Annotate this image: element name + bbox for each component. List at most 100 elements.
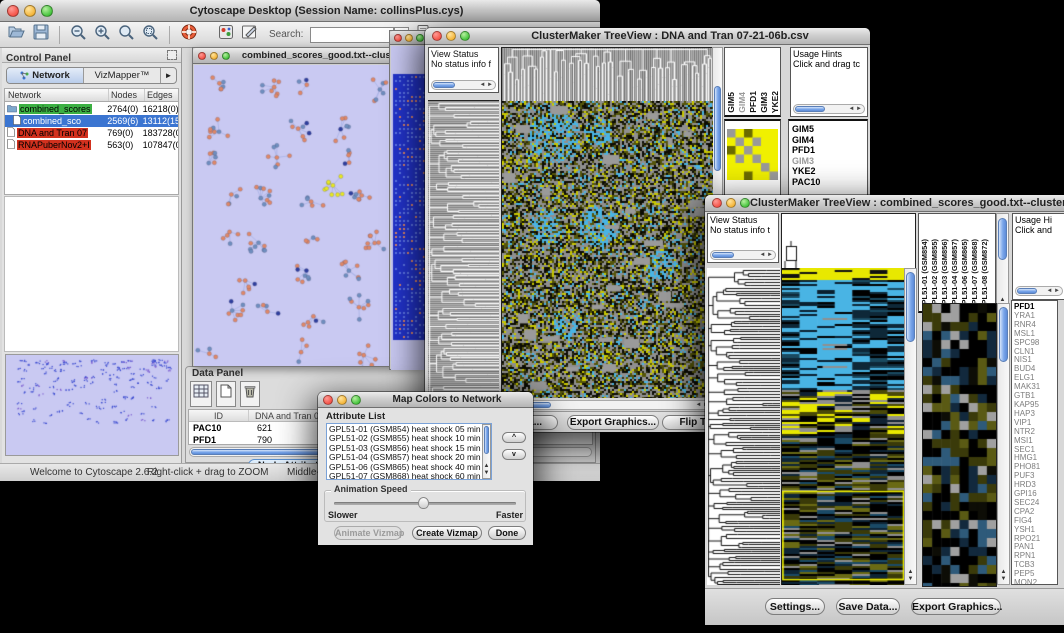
zoom-button[interactable]: [460, 31, 470, 41]
gene-label[interactable]: NTR2: [1014, 428, 1057, 437]
export-graphics-button[interactable]: Export Graphics...: [911, 598, 1001, 615]
gene-label[interactable]: HMG1: [1014, 454, 1057, 463]
array-label[interactable]: PFD1: [748, 91, 758, 113]
gene-label[interactable]: SEC24: [1014, 499, 1057, 508]
network-tree-area[interactable]: [4, 196, 179, 352]
export-graphics-button[interactable]: Export Graphics...: [567, 415, 659, 430]
gene-label[interactable]: RPO21: [1014, 535, 1057, 544]
close-button[interactable]: [7, 5, 19, 17]
gene-label[interactable]: MSI1: [1014, 437, 1057, 446]
gene-label[interactable]: MON2: [1014, 579, 1057, 585]
treeview2-titlebar[interactable]: ClusterMaker TreeView : combined_scores_…: [705, 195, 1064, 212]
tv2-heatmap-global-view[interactable]: [781, 268, 905, 585]
gene-label[interactable]: GTB1: [1014, 392, 1057, 401]
array-label[interactable]: GPL51-02 (GSM855): [930, 239, 939, 310]
gene-label[interactable]: GIM5: [792, 124, 867, 135]
gene-label[interactable]: GPI16: [1014, 490, 1057, 499]
array-label[interactable]: YKE2: [770, 91, 780, 113]
open-file-icon[interactable]: [8, 24, 26, 45]
zoom-button[interactable]: [351, 395, 361, 405]
tv2-status-hscrollbar[interactable]: ◄ ►: [710, 250, 776, 260]
minimize-button[interactable]: [337, 395, 347, 405]
gene-label[interactable]: VIP1: [1014, 419, 1057, 428]
array-label[interactable]: GPL51-07 (GSM868): [970, 239, 979, 310]
slider-thumb[interactable]: [418, 497, 429, 509]
minimize-button[interactable]: [210, 52, 218, 60]
close-button[interactable]: [394, 34, 402, 42]
network-row-combined-sco-selected[interactable]: combined_sco 2569(6) 13112(15): [5, 115, 178, 127]
tv2-labels-vscrollbar[interactable]: ▲▼: [996, 213, 1009, 313]
close-button[interactable]: [198, 52, 206, 60]
tab-overflow-arrow[interactable]: ►: [161, 68, 176, 83]
tv2-zoom-vscrollbar[interactable]: ▲▼: [997, 303, 1010, 585]
network-row-dna-tran[interactable]: DNA and Tran 07 769(0) 183728(0): [5, 127, 178, 139]
zoom-selected-icon[interactable]: [142, 24, 159, 46]
gene-label[interactable]: ELG1: [1014, 374, 1057, 383]
tv1-usage-hscrollbar[interactable]: ◄ ►: [793, 104, 865, 114]
network-row-combined-scores[interactable]: combined_scores 2764(0) 16218(0): [5, 103, 178, 115]
gene-label[interactable]: SPC98: [1014, 339, 1057, 348]
minimize-button[interactable]: [24, 5, 36, 17]
gene-label[interactable]: PHO81: [1014, 463, 1057, 472]
gene-label[interactable]: BUD4: [1014, 365, 1057, 374]
gene-label[interactable]: HRD3: [1014, 481, 1057, 490]
zoom-out-icon[interactable]: [70, 24, 87, 46]
dialog-titlebar[interactable]: Map Colors to Network: [318, 392, 533, 408]
save-icon[interactable]: [33, 24, 49, 45]
data-column-id[interactable]: ID: [189, 410, 249, 421]
tv1-row-dendrogram[interactable]: [428, 100, 499, 402]
tv1-column-dendrogram[interactable]: [501, 47, 714, 102]
tv2-usage-hscrollbar[interactable]: ◄ ►: [1015, 286, 1063, 296]
array-label[interactable]: GPL51-06 (GSM865): [960, 239, 969, 310]
gene-label[interactable]: RNR4: [1014, 321, 1057, 330]
tv2-column-dendrogram[interactable]: [781, 213, 916, 270]
minimize-button[interactable]: [726, 198, 736, 208]
tv1-status-hscrollbar[interactable]: ◄ ►: [431, 80, 496, 90]
tv2-heatmap-vscrollbar[interactable]: ▲▼: [904, 268, 917, 585]
minimize-button[interactable]: [405, 34, 413, 42]
zoom-button[interactable]: [41, 5, 53, 17]
move-up-button[interactable]: ^: [502, 432, 526, 443]
array-label[interactable]: GIM5: [726, 92, 736, 113]
close-button[interactable]: [712, 198, 722, 208]
zoom-button[interactable]: [740, 198, 750, 208]
array-label[interactable]: GIM3: [759, 92, 769, 113]
column-header-network[interactable]: Network: [5, 89, 109, 101]
done-button[interactable]: Done: [488, 526, 526, 540]
zoom-fit-icon[interactable]: [118, 24, 135, 46]
gene-label[interactable]: KAP95: [1014, 401, 1057, 410]
animation-speed-slider[interactable]: [334, 502, 516, 505]
array-label[interactable]: GPL51-03 (GSM856): [940, 239, 949, 310]
help-lifering-icon[interactable]: [180, 23, 198, 46]
gene-label[interactable]: TCB3: [1014, 561, 1057, 570]
create-vizmap-button[interactable]: Create Vizmap: [412, 526, 482, 540]
birdseye-overview[interactable]: [5, 354, 179, 456]
network-graph-canvas[interactable]: [194, 65, 418, 366]
gene-label[interactable]: PAN1: [1014, 543, 1057, 552]
gene-label[interactable]: PEP5: [1014, 570, 1057, 579]
gene-label[interactable]: PUF3: [1014, 472, 1057, 481]
gene-label[interactable]: YKE2: [792, 166, 867, 177]
tv2-zoom-heatmap[interactable]: [922, 303, 997, 587]
tv1-zoom-heatmap[interactable]: [727, 129, 778, 180]
array-label[interactable]: GPL51-04 (GSM857): [950, 239, 959, 310]
table-grid-icon[interactable]: [190, 381, 212, 407]
gene-label[interactable]: NIS1: [1014, 356, 1057, 365]
gene-label[interactable]: CLN1: [1014, 348, 1057, 357]
array-label[interactable]: GIM4: [737, 92, 747, 113]
array-label[interactable]: GPL51-08 (GSM872): [980, 239, 989, 310]
new-document-icon[interactable]: [216, 381, 236, 407]
network-view-titlebar[interactable]: combined_scores_good.txt--cluste...: [193, 48, 419, 64]
zoom-in-icon[interactable]: [94, 24, 111, 46]
float-panel-icon[interactable]: [167, 50, 177, 60]
search-input[interactable]: [310, 27, 394, 43]
close-button[interactable]: [432, 31, 442, 41]
column-header-edges[interactable]: Edges: [145, 89, 178, 101]
treeview1-titlebar[interactable]: ClusterMaker TreeView : DNA and Tran 07-…: [425, 28, 870, 45]
gene-label[interactable]: PFD1: [792, 145, 867, 156]
gene-label[interactable]: CPA2: [1014, 508, 1057, 517]
animate-vizmap-button[interactable]: Animate Vizmap: [334, 526, 402, 540]
gene-label[interactable]: GIM4: [792, 135, 867, 146]
main-titlebar[interactable]: Cytoscape Desktop (Session Name: collins…: [0, 0, 600, 22]
tab-vizmapper[interactable]: VizMapper™: [84, 68, 161, 83]
